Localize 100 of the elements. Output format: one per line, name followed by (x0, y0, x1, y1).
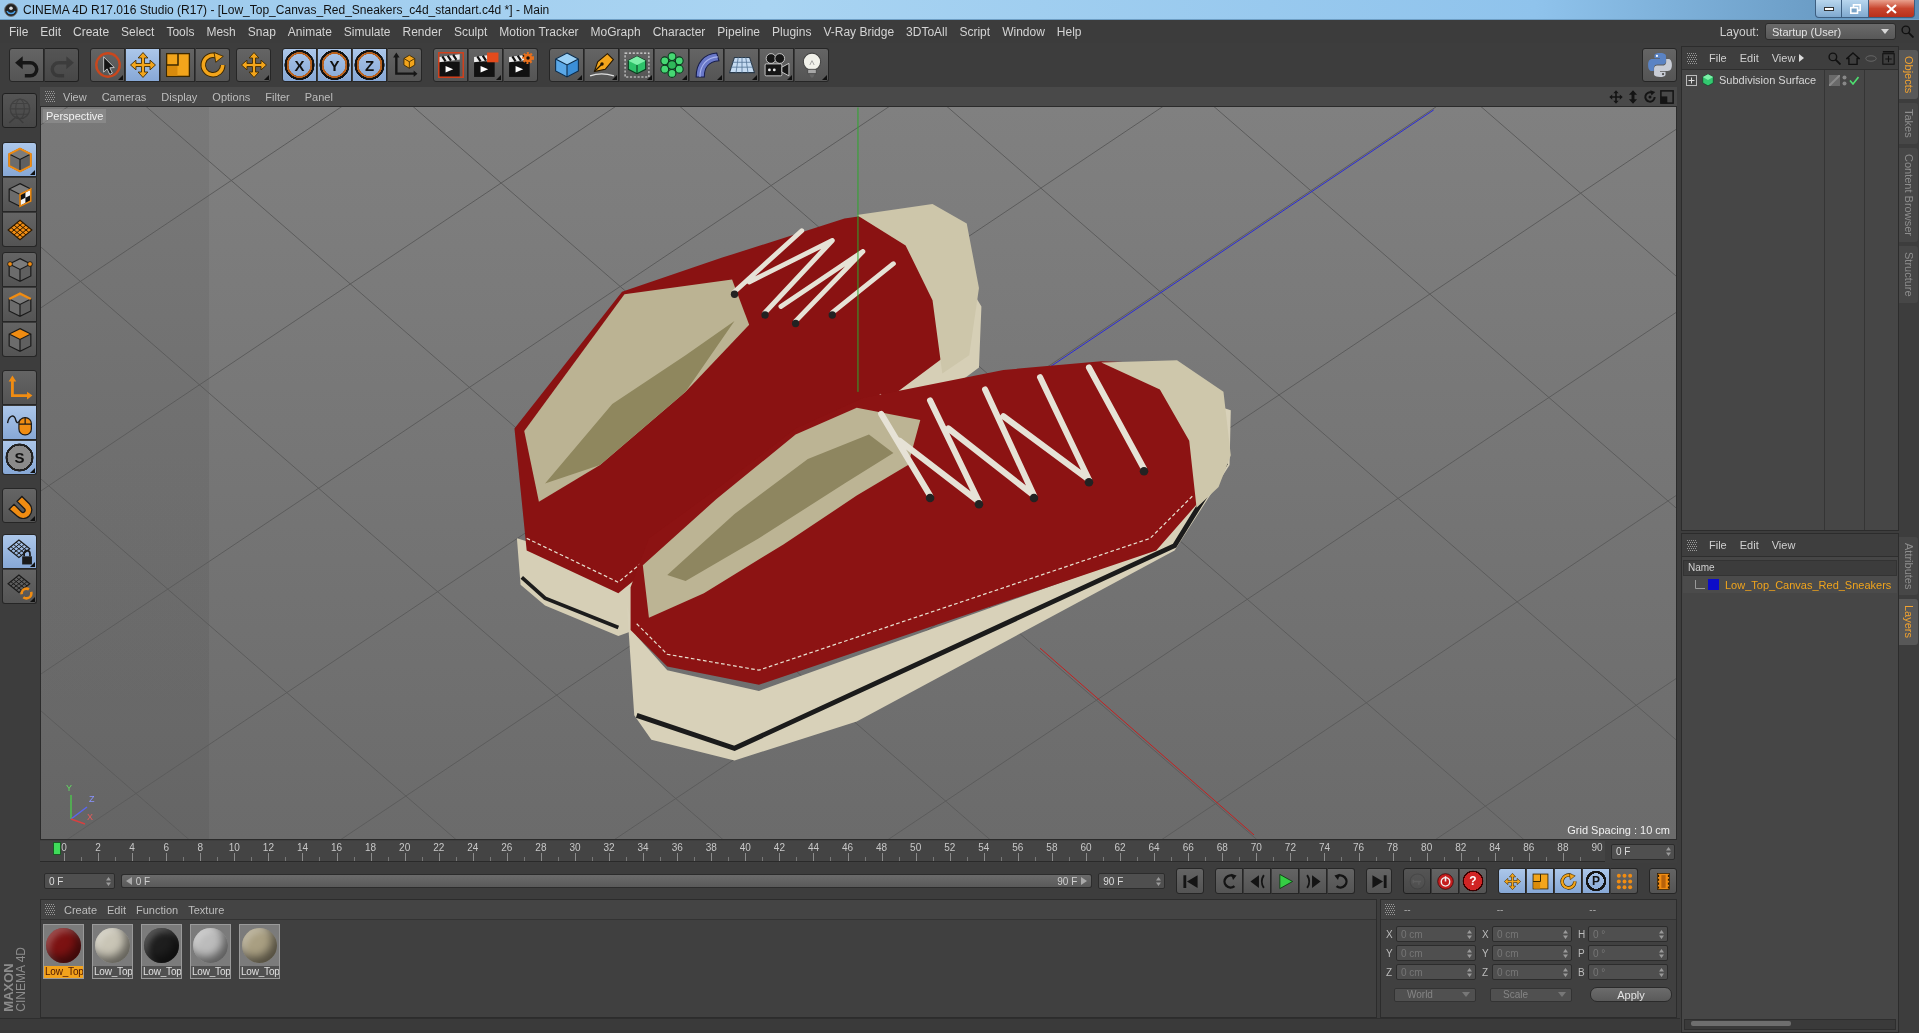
layer-slot-icon[interactable] (1829, 74, 1840, 86)
menu-item[interactable]: Mesh (200, 20, 242, 43)
menu-item[interactable]: Window (996, 20, 1051, 43)
texture-mode-button[interactable] (2, 177, 37, 212)
right-arrow-icon[interactable] (1081, 877, 1088, 885)
next-frame-button[interactable] (1299, 868, 1327, 894)
menu-item[interactable]: Pipeline (711, 20, 767, 43)
menu-item[interactable]: V-Ray Bridge (817, 20, 901, 43)
grip-icon[interactable] (45, 904, 55, 915)
tweak-mode-button[interactable] (2, 405, 37, 440)
four-way-arrow-icon[interactable] (1609, 89, 1623, 104)
recent-tool-button[interactable] (236, 48, 271, 82)
panel-menu-item[interactable]: File (1709, 52, 1731, 64)
keyframe-selection-button[interactable]: ? (1459, 868, 1487, 894)
panel-menu-item[interactable]: View (1771, 539, 1800, 551)
layout-dropdown[interactable]: Startup (User) (1765, 23, 1896, 40)
maximize-icon[interactable] (1660, 89, 1674, 104)
spinner-arrows-icon[interactable] (1666, 847, 1671, 856)
side-tab[interactable]: Layers (1899, 599, 1918, 645)
timeline-ruler[interactable]: 0 2 4 6 8 10 12 14 16 18 20 22 24 26 28 30 32 34 36 38 40 42 44 46 48 50 52 54 56 58 60 62 64 66 68 70 72 74 76 78 80 82 84 86 88 90 (40, 841, 1605, 862)
spinner-arrows-icon[interactable] (1156, 876, 1161, 886)
grip-icon[interactable] (1687, 52, 1697, 64)
light-button[interactable] (794, 48, 829, 82)
left-arrow-icon[interactable] (125, 877, 132, 885)
panel-menu-item[interactable]: Edit (1739, 539, 1763, 551)
points-mode-button[interactable] (2, 252, 37, 287)
timeline-button[interactable] (1649, 868, 1677, 894)
key-position-button[interactable] (1498, 868, 1526, 894)
key-point-level-button[interactable] (1610, 868, 1638, 894)
move-tool-button[interactable] (125, 48, 160, 82)
material-tile[interactable]: Low_Top (92, 924, 133, 979)
menu-item[interactable]: Simulate (337, 20, 397, 43)
solo-button[interactable]: S (2, 440, 37, 475)
current-frame-field[interactable]: 0 F (1611, 843, 1675, 860)
material-tile[interactable]: Low_Top (43, 924, 84, 979)
panel-menu-item[interactable]: Edit (107, 903, 130, 916)
menu-item[interactable]: Edit (34, 20, 68, 43)
python-button[interactable] (1642, 48, 1677, 82)
play-button[interactable] (1271, 868, 1299, 894)
panel-menu-item[interactable]: Display (161, 90, 208, 103)
panel-menu-item[interactable]: Options (212, 90, 261, 103)
menu-item[interactable]: Motion Tracker (493, 20, 585, 43)
side-tab[interactable]: Objects (1899, 50, 1918, 100)
grip-icon[interactable] (1385, 904, 1395, 915)
next-key-button[interactable] (1327, 868, 1355, 894)
go-to-start-button[interactable] (1176, 868, 1204, 894)
frame-range-slider[interactable]: 0 F 90 F (120, 874, 1093, 888)
floor-button[interactable] (724, 48, 759, 82)
deformer-button[interactable] (689, 48, 724, 82)
check-icon[interactable] (1849, 75, 1859, 85)
color-swatch-icon[interactable] (1708, 579, 1719, 590)
pen-button[interactable] (584, 48, 619, 82)
panel-menu-item[interactable]: Create (64, 903, 102, 916)
polygons-mode-button[interactable] (2, 322, 37, 357)
grip-icon[interactable] (1687, 539, 1697, 551)
visibility-dots-icon[interactable] (1842, 74, 1847, 86)
menu-item[interactable]: MoGraph (584, 20, 647, 43)
panel-menu-item[interactable]: Function (136, 903, 183, 916)
camera-label[interactable]: Perspective (43, 109, 107, 123)
menu-item[interactable]: Help (1050, 20, 1088, 43)
model-mode-button[interactable] (2, 142, 37, 177)
live-selection-button[interactable] (90, 48, 125, 82)
menu-item[interactable]: Plugins (766, 20, 818, 43)
undo-button[interactable] (9, 48, 44, 82)
go-to-end-button[interactable] (1366, 868, 1392, 894)
panel-menu-item[interactable]: Edit (1739, 52, 1763, 64)
edges-mode-button[interactable] (2, 287, 37, 322)
subdivision-surface-button[interactable] (619, 48, 654, 82)
panel-menu-item[interactable]: Texture (188, 903, 229, 916)
menu-item[interactable]: Sculpt (447, 20, 494, 43)
restore-button[interactable] (1842, 0, 1869, 18)
snap-button[interactable] (2, 488, 37, 523)
rotate-tool-button[interactable] (195, 48, 230, 82)
key-scale-button[interactable] (1526, 868, 1554, 894)
key-rotation-button[interactable] (1554, 868, 1582, 894)
cloner-button[interactable] (654, 48, 689, 82)
object-name[interactable]: Subdivision Surface (1719, 74, 1817, 86)
spinner-arrows-icon[interactable] (105, 876, 111, 886)
rotate-icon[interactable] (1643, 89, 1657, 104)
panel-menu-item[interactable]: Cameras (101, 90, 157, 103)
camera-button[interactable] (759, 48, 794, 82)
axis-lock-button[interactable]: Y (317, 48, 352, 82)
scale-tool-button[interactable] (160, 48, 195, 82)
planar-workplane-button[interactable] (2, 569, 37, 604)
end-frame-field[interactable]: 90 F (1098, 873, 1165, 889)
axis-lock-button[interactable]: X (282, 48, 317, 82)
panel-menu-item[interactable]: Filter (265, 90, 300, 103)
material-tile[interactable]: Low_Top (239, 924, 280, 979)
panel-menu-item[interactable]: Panel (304, 90, 343, 103)
previous-frame-button[interactable] (1243, 868, 1271, 894)
menu-item[interactable]: Select (115, 20, 161, 43)
render-to-picture-viewer-button[interactable] (468, 48, 503, 82)
menu-item[interactable]: 3DToAll (900, 20, 954, 43)
menu-item[interactable]: File (3, 20, 35, 43)
menu-item[interactable]: Script (953, 20, 997, 43)
panel-menu-item[interactable]: View (1771, 52, 1800, 64)
axis-lock-button[interactable]: Z (352, 48, 387, 82)
cube-button[interactable] (549, 48, 584, 82)
panel-menu-item[interactable]: File (1709, 539, 1731, 551)
axis-mode-button[interactable] (2, 370, 37, 405)
